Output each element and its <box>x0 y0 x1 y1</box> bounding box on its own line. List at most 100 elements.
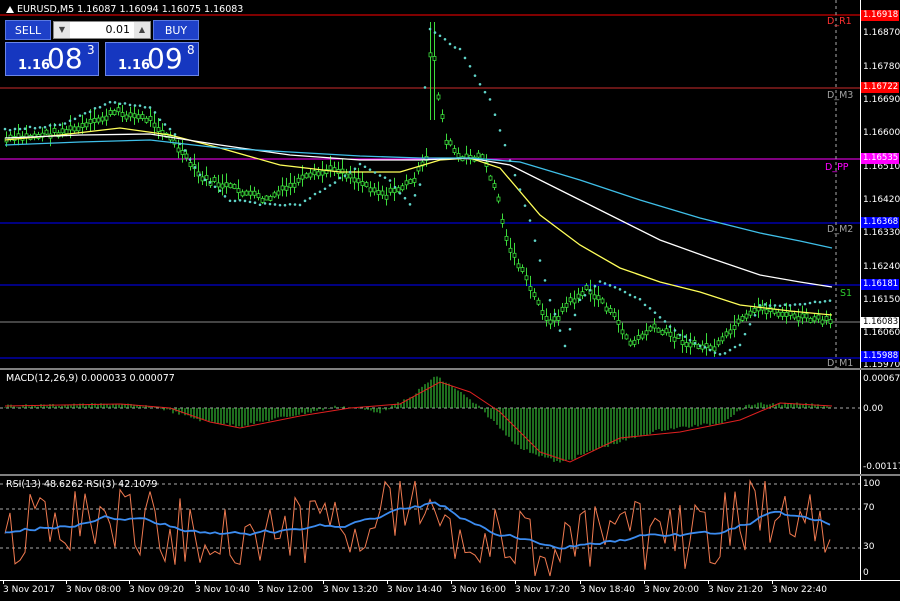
candle-body <box>544 316 549 321</box>
one-click-trading-panel: SELL ▼ 0.01 ▲ BUY 1.16 08 3 1.16 09 8 <box>5 20 199 76</box>
parabolic-sar-dot <box>263 202 267 205</box>
buy-button[interactable]: BUY <box>153 20 199 40</box>
candle-body <box>252 190 257 196</box>
parabolic-sar-dot <box>643 303 647 307</box>
time-tick-mark <box>129 581 130 584</box>
time-tick-label: 3 Nov 16:00 <box>451 585 506 595</box>
parabolic-sar-dot <box>388 179 392 182</box>
candle-body <box>76 126 81 132</box>
parabolic-sar-dot <box>108 100 112 104</box>
candle-body <box>516 263 521 269</box>
macd-pane[interactable]: MACD(12,26,9) 0.000033 0.000077 0.000673… <box>0 370 900 474</box>
candle-body <box>44 129 49 135</box>
sell-price-point: 3 <box>87 43 95 57</box>
parabolic-sar-dot <box>558 329 562 332</box>
parabolic-sar-dot <box>88 110 92 114</box>
candle-body <box>276 190 281 196</box>
candle-body <box>828 319 833 324</box>
price-axis[interactable] <box>860 0 900 368</box>
rsi-pane[interactable]: RSI(13) 48.6262 RSI(3) 42.1079 100 70 30… <box>0 476 900 580</box>
macd-tick: 0.000673 <box>863 374 900 384</box>
candle-body <box>108 110 113 115</box>
sell-price-button[interactable]: 1.16 08 3 <box>5 42 99 76</box>
candle-body <box>568 297 573 303</box>
parabolic-sar-dot <box>293 203 297 206</box>
parabolic-sar-dot <box>213 185 217 189</box>
parabolic-sar-dot <box>528 219 532 222</box>
price-tick: 1.16780 <box>863 62 900 72</box>
candle-body <box>556 316 561 321</box>
parabolic-sar-dot <box>173 133 177 136</box>
rsi-canvas[interactable] <box>0 476 860 580</box>
candle-body <box>440 114 445 119</box>
lot-decrease-icon[interactable]: ▼ <box>54 22 70 38</box>
time-tick-mark <box>580 581 581 584</box>
sell-button[interactable]: SELL <box>5 20 51 40</box>
parabolic-sar-dot <box>493 113 497 116</box>
candle-body <box>564 302 569 308</box>
parabolic-sar-dot <box>183 149 187 152</box>
candle-body <box>236 188 241 194</box>
candle-body <box>180 150 185 155</box>
parabolic-sar-dot <box>403 196 407 200</box>
parabolic-sar-dot <box>743 332 747 336</box>
time-axis[interactable]: 3 Nov 2017 3 Nov 08:00 3 Nov 09:20 3 Nov 10… <box>0 580 900 601</box>
parabolic-sar-dot <box>513 173 517 177</box>
lot-increase-icon[interactable]: ▲ <box>134 22 150 38</box>
time-tick-mark <box>708 581 709 584</box>
time-tick-mark <box>3 581 4 584</box>
candle-body <box>656 327 661 333</box>
candle-body <box>140 114 145 119</box>
candle-body <box>316 171 321 177</box>
parabolic-sar-dot <box>18 127 22 131</box>
rsi-title: RSI(13) 48.6262 RSI(3) 42.1079 <box>6 479 158 490</box>
parabolic-sar-dot <box>578 298 582 302</box>
candle-body <box>500 218 505 224</box>
level-label-d-r1: D_R1 <box>827 16 852 27</box>
parabolic-sar-dot <box>48 124 52 127</box>
parabolic-sar-dot <box>158 118 162 122</box>
parabolic-sar-dot <box>418 183 422 186</box>
candle-body <box>456 153 461 158</box>
parabolic-sar-dot <box>288 202 292 206</box>
lot-size-input[interactable]: ▼ 0.01 ▲ <box>53 21 151 39</box>
candle-body <box>620 329 625 335</box>
buy-price-pips: 09 <box>147 42 183 75</box>
buy-price-button[interactable]: 1.16 09 8 <box>105 42 199 76</box>
candle-body <box>376 190 381 195</box>
lot-size-value[interactable]: 0.01 <box>70 22 134 38</box>
candle-body <box>116 107 121 113</box>
candle-body <box>752 307 757 313</box>
candle-body <box>152 122 157 128</box>
candle-body <box>408 179 413 184</box>
time-tick-label: 3 Nov 10:40 <box>195 585 250 595</box>
parabolic-sar-dot <box>148 106 152 109</box>
candle-body <box>736 318 741 324</box>
time-tick-mark <box>644 581 645 584</box>
parabolic-sar-dot <box>73 117 77 121</box>
parabolic-sar-dot <box>68 119 72 123</box>
macd-signal-line <box>4 381 833 463</box>
candle-body <box>100 116 105 122</box>
candle-body <box>812 316 817 322</box>
parabolic-sar-dot <box>628 293 632 297</box>
moving-average-slow <box>4 139 833 249</box>
candle-body <box>740 316 745 321</box>
time-tick-label: 3 Nov 08:00 <box>66 585 121 595</box>
price-tick: 1.16690 <box>863 95 900 105</box>
price-chart-pane[interactable]: EURUSD,M5 1.16087 1.16094 1.16075 1.1608… <box>0 0 900 370</box>
parabolic-sar-dot <box>518 188 522 191</box>
parabolic-sar-dot <box>548 298 552 302</box>
current-price-tag: 1.16083 <box>861 317 899 328</box>
time-tick-label: 3 Nov 22:40 <box>772 585 827 595</box>
buy-price-point: 8 <box>187 43 195 57</box>
macd-canvas[interactable] <box>0 370 860 474</box>
parabolic-sar-dot <box>343 174 347 178</box>
rsi-tick: 30 <box>863 542 875 552</box>
parabolic-sar-dot <box>323 187 327 191</box>
parabolic-sar-dot <box>793 303 797 306</box>
parabolic-sar-dot <box>163 123 167 126</box>
candle-body <box>684 342 689 347</box>
parabolic-sar-dot <box>788 304 792 307</box>
candle-body <box>72 126 77 132</box>
